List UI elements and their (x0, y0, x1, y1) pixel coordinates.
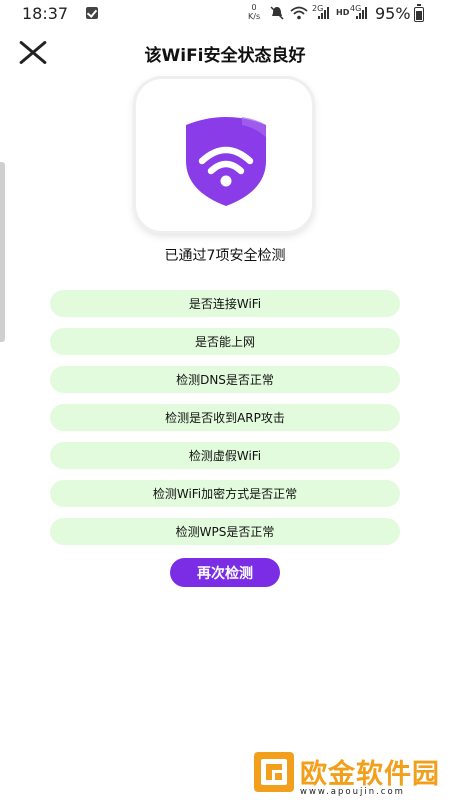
check-list: 是否连接WiFi 是否能上网 检测DNS是否正常 检测是否收到ARP攻击 检测虚… (50, 290, 400, 556)
check-item-wifi-connected: 是否连接WiFi (50, 290, 400, 317)
watermark-name: 欧金软件园 (300, 759, 440, 790)
check-item-dns: 检测DNS是否正常 (50, 366, 400, 393)
speed-value: 0 (251, 3, 257, 12)
network-speed: 0 K/s (248, 3, 260, 21)
speed-unit: K/s (248, 12, 261, 21)
check-item-internet: 是否能上网 (50, 328, 400, 355)
wifi-status-icon (290, 6, 308, 24)
signal-bars-2-icon (356, 7, 368, 19)
page-title: 该WiFi安全状态良好 (144, 46, 306, 66)
recheck-button[interactable]: 再次检测 (170, 558, 280, 587)
watermark-url: www.apoujin.com (300, 787, 405, 797)
check-item-fake-wifi: 检测虚假WiFi (50, 442, 400, 469)
signal-bars-1-icon (318, 7, 330, 19)
notification-check-icon (86, 7, 98, 19)
status-bar: 18:37 0 K/s 2G HD 4G 95% (0, 0, 450, 28)
check-item-wps: 检测WPS是否正常 (50, 518, 400, 545)
check-item-arp: 检测是否收到ARP攻击 (50, 404, 400, 431)
status-time: 18:37 (22, 4, 69, 23)
hd-label: HD (336, 8, 350, 17)
battery-percent: 95% (375, 4, 411, 23)
check-item-encryption: 检测WiFi加密方式是否正常 (50, 480, 400, 507)
mute-icon (270, 6, 284, 24)
pass-summary: 已通过7项安全检测 (164, 248, 286, 264)
watermark-logo-icon (254, 752, 294, 792)
shield-wifi-icon (186, 117, 266, 206)
shield-card (136, 79, 312, 231)
battery-icon (414, 4, 424, 22)
scroll-indicator (0, 162, 5, 342)
